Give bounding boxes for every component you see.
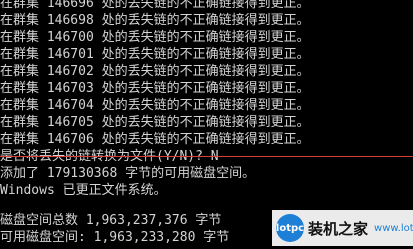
convert-prompt-line: 是否将丢失的链转换为文件(Y/N)? N (0, 149, 219, 164)
console-line: 在群集 146700 处的丢失链的不正确链接得到更正。 (0, 30, 310, 45)
console-line: 在群集 146702 处的丢失链的不正确链接得到更正。 (0, 64, 310, 79)
console-line: 磁盘空间总数 1,963,237,376 字节 (0, 213, 222, 228)
console-line: 在群集 146703 处的丢失链的不正确链接得到更正。 (0, 81, 310, 96)
brand-logo-icon: lotpc (276, 214, 304, 242)
command-console-window[interactable]: 在群集 146696 处的丢失链的不正确链接得到更正。 在群集 146698 处… (0, 0, 413, 249)
console-line: 在群集 146696 处的丢失链的不正确链接得到更正。 (0, 0, 310, 11)
console-line: 添加了 179130368 字节的可用磁盘空间。 (0, 166, 256, 181)
console-line: 在群集 146704 处的丢失链的不正确链接得到更正。 (0, 98, 310, 113)
watermark-text: 装机之家 (308, 219, 369, 238)
site-watermark: lotpc 装机之家 www.lotpc.com (272, 210, 413, 246)
console-line: 在群集 146701 处的丢失链的不正确链接得到更正。 (0, 47, 310, 62)
highlight-underline (0, 156, 413, 157)
console-line: 在群集 146705 处的丢失链的不正确链接得到更正。 (0, 115, 310, 130)
watermark-url: www.lotpc.com (374, 222, 413, 234)
console-line: 在群集 146698 处的丢失链的不正确链接得到更正。 (0, 13, 310, 28)
console-line: 可用磁盘空间: 1,963,233,280 字节 (0, 230, 230, 245)
console-line: Windows 已更正文件系统。 (0, 183, 167, 198)
console-line: 在群集 146706 处的丢失链的不正确链接得到更正。 (0, 132, 310, 147)
